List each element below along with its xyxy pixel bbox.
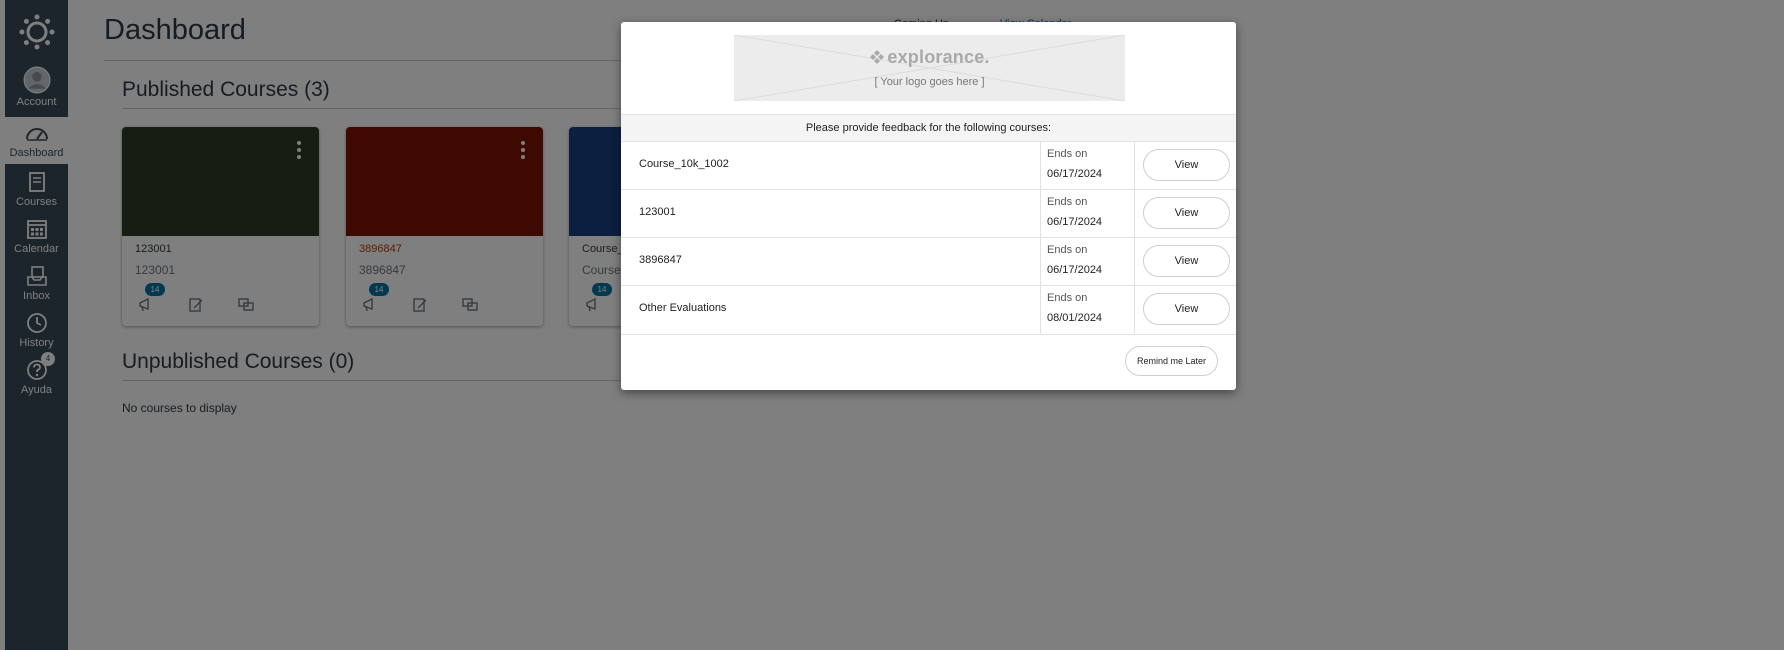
evaluation-name: Course_10k_1002 xyxy=(639,158,729,170)
ends-on-date: 06/17/2024 xyxy=(1047,216,1103,228)
evaluation-name: Other Evaluations xyxy=(639,302,727,314)
feedback-instruction: Please provide feedback for the followin… xyxy=(621,114,1236,142)
view-button[interactable]: View xyxy=(1143,149,1230,181)
ends-on-date: 06/17/2024 xyxy=(1047,168,1103,180)
modal-footer-divider xyxy=(621,334,1236,335)
view-button[interactable]: View xyxy=(1143,293,1230,325)
ends-on-cell: Ends on 06/17/2024 xyxy=(1040,238,1135,286)
remind-me-later-button[interactable]: Remind me Later xyxy=(1125,346,1218,376)
view-button[interactable]: View xyxy=(1143,197,1230,229)
evaluation-row: Other Evaluations Ends on 08/01/2024 Vie… xyxy=(621,286,1236,334)
brand-name: explorance. xyxy=(887,47,990,67)
evaluation-row: 123001 Ends on 06/17/2024 View xyxy=(621,190,1236,238)
feedback-modal: explorance. [ Your logo goes here ] Plea… xyxy=(621,22,1236,390)
ends-on-label: Ends on xyxy=(1047,148,1088,160)
ends-on-date: 08/01/2024 xyxy=(1047,312,1103,324)
evaluation-row: 3896847 Ends on 06/17/2024 View xyxy=(621,238,1236,286)
logo-placeholder: explorance. [ Your logo goes here ] xyxy=(734,35,1125,101)
ends-on-label: Ends on xyxy=(1047,244,1088,256)
placeholder-lines-icon xyxy=(734,35,1125,101)
explorance-mark-icon xyxy=(870,50,885,64)
evaluation-list: Course_10k_1002 Ends on 06/17/2024 View … xyxy=(621,142,1236,334)
ends-on-date: 06/17/2024 xyxy=(1047,264,1103,276)
evaluation-name: 3896847 xyxy=(639,254,682,266)
logo-hint: [ Your logo goes here ] xyxy=(874,76,985,88)
ends-on-label: Ends on xyxy=(1047,196,1088,208)
brand-logo: explorance. xyxy=(734,47,1125,68)
evaluation-row: Course_10k_1002 Ends on 06/17/2024 View xyxy=(621,142,1236,190)
view-button[interactable]: View xyxy=(1143,245,1230,277)
ends-on-label: Ends on xyxy=(1047,292,1088,304)
ends-on-cell: Ends on 06/17/2024 xyxy=(1040,190,1135,238)
evaluation-name: 123001 xyxy=(639,206,676,218)
ends-on-cell: Ends on 06/17/2024 xyxy=(1040,142,1135,190)
ends-on-cell: Ends on 08/01/2024 xyxy=(1040,286,1135,334)
